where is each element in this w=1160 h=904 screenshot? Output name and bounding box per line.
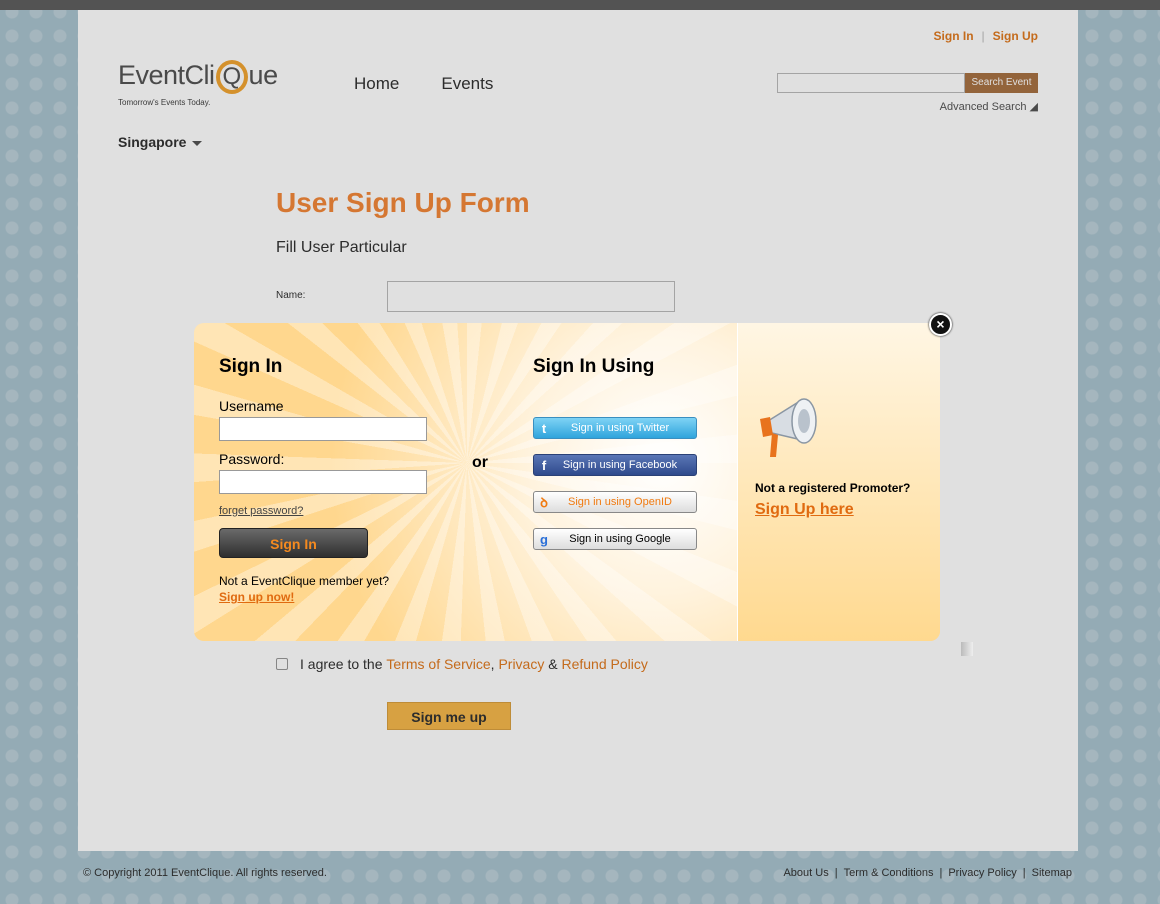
twitter-signin-button[interactable]: t Sign in using Twitter [533,417,697,439]
google-signin-label: Sign in using Google [569,533,671,545]
password-field[interactable] [219,470,427,494]
or-divider: or [472,454,488,471]
megaphone-icon [760,398,817,457]
close-icon[interactable]: × [929,313,952,336]
twitter-signin-label: Sign in using Twitter [570,422,670,434]
openid-signin-label: Sign in using OpenID [568,496,672,508]
twitter-icon: t [541,420,547,436]
username-label: Username [219,398,284,414]
facebook-signin-label: Sign in using Facebook [562,459,678,471]
openid-icon: ꝺ [540,495,548,510]
google-icon: g [540,531,548,547]
facebook-icon: f [541,457,547,473]
promoter-signup-link[interactable]: Sign Up here [755,501,854,519]
password-label: Password: [219,451,285,467]
signin-using-title: Sign In Using [533,356,655,377]
shadow-fragment [961,642,973,656]
not-registered-text: Not a registered Promoter? [755,481,911,495]
openid-signin-button[interactable]: ꝺ Sign in using OpenID [533,491,697,513]
facebook-signin-button[interactable]: f Sign in using Facebook [533,454,697,476]
username-field[interactable] [219,417,427,441]
google-signin-button[interactable]: g Sign in using Google [533,528,697,550]
signin-title: Sign In [219,356,283,377]
forget-password-link[interactable]: forget password? [219,505,303,517]
signup-now-link[interactable]: Sign up now! [219,590,294,604]
not-member-text: Not a EventClique member yet? [219,574,390,588]
signin-modal: Sign In Username Password: forget passwo… [194,323,940,641]
signin-button[interactable]: Sign In [219,528,368,558]
